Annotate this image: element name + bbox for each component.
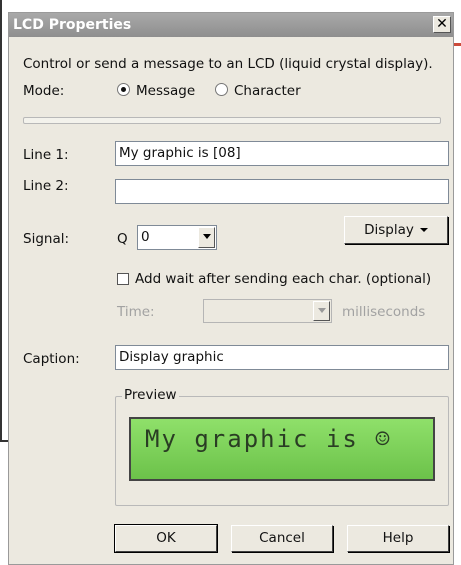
line1-label: Line 1: <box>23 147 69 163</box>
mode-label: Mode: <box>23 83 65 99</box>
mode-character-label: Character <box>234 83 301 99</box>
preview-label: Preview <box>122 387 179 403</box>
signal-label: Signal: <box>23 231 70 247</box>
separator <box>23 117 441 124</box>
caption-input[interactable]: Display graphic <box>115 345 449 370</box>
caption-label: Caption: <box>23 351 80 367</box>
close-icon: ✕ <box>436 16 448 32</box>
background-border <box>0 0 2 440</box>
lcd-properties-dialog: LCD Properties ✕ Control or send a messa… <box>8 12 454 565</box>
time-select[interactable] <box>203 299 332 323</box>
ok-button[interactable]: OK <box>114 524 218 553</box>
radio-selected-icon <box>117 83 130 96</box>
chevron-down-icon[interactable] <box>313 301 330 321</box>
add-wait-checkbox[interactable]: Add wait after sending each char. (optio… <box>117 271 431 287</box>
description-text: Control or send a message to an LCD (liq… <box>23 56 433 72</box>
lcd-preview-text: My graphic is ☺ <box>145 425 392 453</box>
signal-value: 0 <box>141 229 150 245</box>
chevron-down-icon[interactable] <box>198 227 215 248</box>
line1-input[interactable]: My graphic is [08] <box>115 141 449 166</box>
radio-unselected-icon <box>215 83 228 96</box>
cancel-button[interactable]: Cancel <box>231 525 333 552</box>
close-button[interactable]: ✕ <box>433 16 451 33</box>
line2-input[interactable] <box>115 179 449 204</box>
checkbox-icon <box>117 273 129 285</box>
add-wait-label: Add wait after sending each char. (optio… <box>135 271 432 287</box>
signal-prefix: Q <box>117 231 128 247</box>
milliseconds-label: milliseconds <box>342 304 426 320</box>
caret-down-icon <box>419 228 428 232</box>
title-bar[interactable]: LCD Properties ✕ <box>9 13 453 37</box>
window-title: LCD Properties <box>13 17 132 33</box>
line2-label: Line 2: <box>23 178 69 194</box>
lcd-preview-display: My graphic is ☺ <box>129 417 435 481</box>
mode-character-radio[interactable]: Character <box>215 83 301 99</box>
display-button[interactable]: Display <box>344 216 448 244</box>
display-button-label: Display <box>364 222 414 238</box>
time-label: Time: <box>117 304 155 320</box>
mode-message-radio[interactable]: Message <box>117 83 195 99</box>
signal-select[interactable]: 0 <box>137 225 217 250</box>
help-button[interactable]: Help <box>347 525 449 552</box>
mode-message-label: Message <box>136 83 196 99</box>
